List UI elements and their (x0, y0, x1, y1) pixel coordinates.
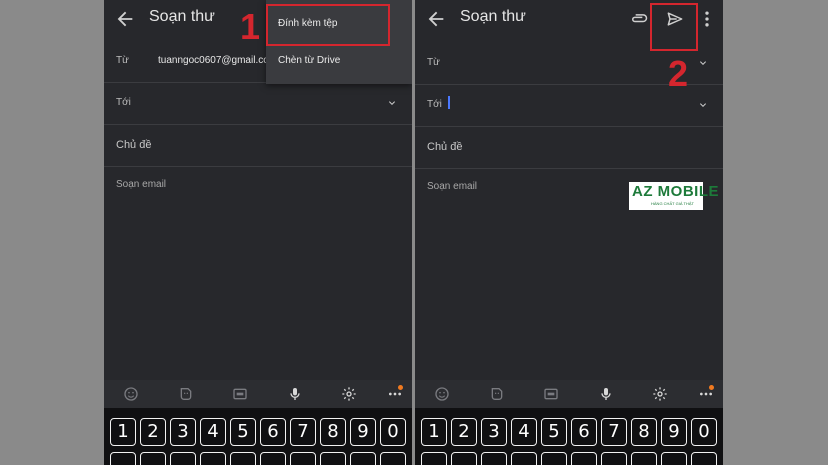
subject-placeholder[interactable]: Chủ đề (427, 141, 462, 153)
key-2[interactable]: 2 (140, 418, 166, 446)
from-value[interactable]: tuanngoc0607@gmail.co (158, 55, 269, 66)
page-title: Soạn thư (460, 8, 526, 25)
key[interactable] (380, 452, 406, 465)
key[interactable] (230, 452, 256, 465)
sticker-icon[interactable] (489, 386, 505, 402)
key[interactable] (320, 452, 346, 465)
key-9[interactable]: 9 (661, 418, 687, 446)
key[interactable] (350, 452, 376, 465)
key[interactable] (571, 452, 597, 465)
keyboard-toolbar (415, 380, 723, 408)
menu-item-insert-from-drive[interactable]: Chèn từ Drive (278, 55, 340, 66)
from-label: Từ (427, 57, 440, 68)
chevron-down-icon[interactable] (697, 99, 709, 111)
back-arrow-icon[interactable] (114, 8, 136, 30)
key[interactable] (661, 452, 687, 465)
body-placeholder[interactable]: Soạn email (116, 179, 166, 190)
emoji-icon[interactable] (123, 386, 139, 402)
keyboard-toolbar (104, 380, 412, 408)
chevron-down-icon[interactable] (697, 57, 709, 69)
to-label: Tới (116, 97, 131, 108)
key-8[interactable]: 8 (320, 418, 346, 446)
key[interactable] (541, 452, 567, 465)
key-3[interactable]: 3 (170, 418, 196, 446)
mic-icon[interactable] (287, 386, 303, 402)
to-label: Tới (427, 99, 442, 110)
key-8[interactable]: 8 (631, 418, 657, 446)
key[interactable] (200, 452, 226, 465)
key-4[interactable]: 4 (200, 418, 226, 446)
key-4[interactable]: 4 (511, 418, 537, 446)
key-9[interactable]: 9 (350, 418, 376, 446)
key-2[interactable]: 2 (451, 418, 477, 446)
attach-icon[interactable] (629, 9, 649, 29)
step-number-1: 1 (240, 6, 261, 47)
to-row[interactable]: Tới (104, 82, 412, 125)
key[interactable] (691, 452, 717, 465)
key-5[interactable]: 5 (541, 418, 567, 446)
key[interactable] (110, 452, 136, 465)
highlight-box (266, 4, 390, 46)
compose-screen-left: Soạn thư Từ tuanngoc0607@gmail.co Tới Ch… (104, 0, 412, 465)
key[interactable] (260, 452, 286, 465)
key-1[interactable]: 1 (421, 418, 447, 446)
key[interactable] (421, 452, 447, 465)
key[interactable] (290, 452, 316, 465)
from-label: Từ (116, 55, 129, 66)
subject-row[interactable]: Chủ đề (415, 126, 723, 169)
subject-row[interactable]: Chủ đề (104, 124, 412, 167)
key-1[interactable]: 1 (110, 418, 136, 446)
subject-placeholder[interactable]: Chủ đề (116, 139, 151, 151)
more-vert-icon[interactable] (697, 9, 717, 29)
key-0[interactable]: 0 (691, 418, 717, 446)
key[interactable] (170, 452, 196, 465)
keyboard: 1 2 3 4 5 6 7 8 9 0 (415, 408, 723, 465)
text-cursor (448, 96, 450, 109)
logo-text: AZ MOBILE (632, 183, 719, 200)
sticker-icon[interactable] (178, 386, 194, 402)
key-0[interactable]: 0 (380, 418, 406, 446)
keyboard: 1 2 3 4 5 6 7 8 9 0 (104, 408, 412, 465)
chevron-down-icon[interactable] (386, 97, 398, 109)
notification-dot (709, 385, 714, 390)
gif-icon[interactable] (232, 386, 248, 402)
key-7[interactable]: 7 (290, 418, 316, 446)
key-5[interactable]: 5 (230, 418, 256, 446)
key[interactable] (631, 452, 657, 465)
mic-icon[interactable] (598, 386, 614, 402)
az-mobile-logo: AZ MOBILE HÀNG CHẤT GIÁ THẬT (629, 182, 719, 210)
key-7[interactable]: 7 (601, 418, 627, 446)
back-arrow-icon[interactable] (425, 8, 447, 30)
key[interactable] (511, 452, 537, 465)
step-number-2: 2 (668, 53, 689, 94)
settings-icon[interactable] (652, 386, 668, 402)
body-placeholder[interactable]: Soạn email (427, 181, 477, 192)
logo-tagline: HÀNG CHẤT GIÁ THẬT (651, 201, 694, 206)
key[interactable] (451, 452, 477, 465)
key-6[interactable]: 6 (260, 418, 286, 446)
page-title: Soạn thư (149, 8, 215, 25)
emoji-icon[interactable] (434, 386, 450, 402)
settings-icon[interactable] (341, 386, 357, 402)
key-3[interactable]: 3 (481, 418, 507, 446)
key[interactable] (481, 452, 507, 465)
key[interactable] (140, 452, 166, 465)
gif-icon[interactable] (543, 386, 559, 402)
key[interactable] (601, 452, 627, 465)
notification-dot (398, 385, 403, 390)
key-6[interactable]: 6 (571, 418, 597, 446)
